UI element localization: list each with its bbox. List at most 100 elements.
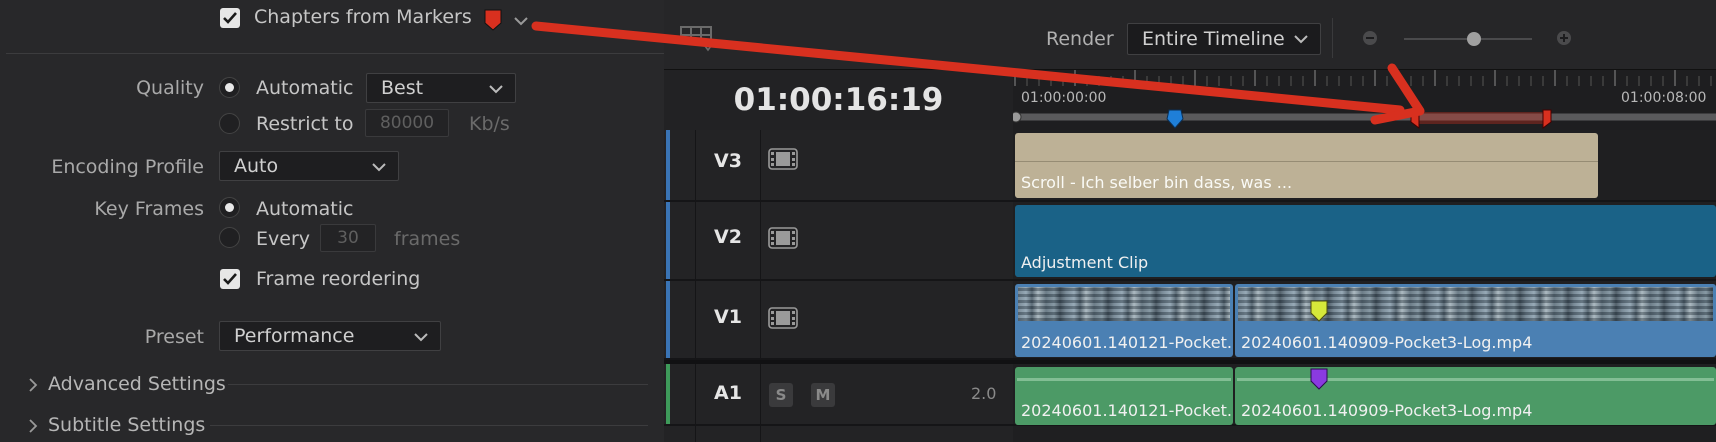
key-frames-label: Key Frames — [94, 198, 204, 220]
advanced-settings-divider — [228, 384, 648, 385]
ruler-ticks — [1013, 70, 1716, 124]
track-lane-v1: 20240601.140121-Pocket... 20240601.14090… — [1013, 281, 1716, 360]
track-lane-next — [1013, 426, 1716, 442]
subtitle-settings-chevron-right-icon[interactable] — [28, 418, 38, 437]
bitrate-value: 80000 — [379, 113, 435, 133]
frame-reordering-checkbox[interactable] — [220, 269, 240, 289]
timeline-toolbar: Render Entire Timeline — [664, 0, 1716, 70]
track-header-a1[interactable]: A1 S M 2.0 — [664, 364, 1013, 426]
track-header-separator — [695, 426, 696, 442]
key-frames-automatic-label: Automatic — [256, 198, 354, 220]
preset-label: Preset — [144, 326, 204, 348]
toolbar-divider — [1332, 18, 1333, 58]
encoding-profile-label: Encoding Profile — [51, 156, 204, 178]
quality-label: Quality — [136, 77, 204, 99]
yellow-clip-marker-icon[interactable] — [1310, 300, 1328, 326]
clip-v2-adjustment[interactable]: Adjustment Clip — [1015, 205, 1716, 277]
track-lane-v3: Scroll - Ich selber bin dass, was ... — [1013, 130, 1716, 202]
marker-color-chevron-down-icon[interactable] — [514, 11, 528, 30]
zoom-in-icon[interactable] — [1556, 30, 1572, 50]
mute-button[interactable]: M — [811, 383, 835, 407]
quality-automatic-radio[interactable] — [219, 77, 240, 98]
film-strip-icon[interactable] — [768, 148, 798, 174]
track-header-separator — [760, 130, 761, 200]
render-label: Render — [1046, 28, 1114, 50]
track-header-separator — [760, 281, 761, 358]
advanced-settings-toggle[interactable]: Advanced Settings — [48, 373, 226, 395]
track-header-next — [664, 426, 1013, 442]
subtitle-settings-divider — [210, 425, 648, 426]
track-header-v1[interactable]: V1 — [664, 281, 1013, 360]
clip-label: 20240601.140909-Pocket3-Log.mp4 — [1241, 333, 1533, 352]
film-strip-icon[interactable] — [768, 227, 798, 253]
quality-dropdown-value: Best — [381, 77, 424, 99]
key-frames-unit: frames — [394, 228, 461, 250]
encoding-profile-value: Auto — [234, 155, 279, 177]
clip-thumbnails — [1018, 287, 1230, 321]
chevron-down-icon — [489, 85, 503, 94]
timeline-ruler[interactable]: 01:00:00:00 01:00:08:00 — [1013, 70, 1716, 130]
track-color-strip — [666, 364, 670, 424]
track-name-v1: V1 — [714, 306, 742, 328]
channel-format: 2.0 — [971, 384, 997, 403]
bitrate-input[interactable]: 80000 — [365, 109, 449, 137]
render-range-value: Entire Timeline — [1142, 28, 1285, 50]
clip-v1-first[interactable]: 20240601.140121-Pocket... — [1015, 284, 1233, 357]
track-header-separator — [760, 364, 761, 424]
clip-label: 20240601.140121-Pocket... — [1021, 333, 1233, 352]
zoom-out-icon[interactable] — [1362, 30, 1378, 50]
track-header-v3[interactable]: V3 — [664, 130, 1013, 202]
bitrate-unit: Kb/s — [469, 113, 510, 135]
section-divider — [6, 53, 664, 54]
film-strip-icon[interactable] — [768, 307, 798, 333]
track-name-a1: A1 — [714, 382, 742, 404]
clip-label: 20240601.140909-Pocket3-Log.mp4 — [1241, 401, 1533, 420]
track-color-strip — [666, 202, 670, 279]
chapters-from-markers-label: Chapters from Markers — [254, 6, 472, 28]
timeline-panel: Render Entire Timeline 01:00:16:19 01:00… — [664, 0, 1716, 442]
clip-label: Scroll - Ich selber bin dass, was ... — [1021, 173, 1293, 192]
marker-color-icon[interactable] — [484, 9, 502, 35]
timecode-display: 01:00:16:19 — [664, 70, 1013, 130]
quality-automatic-label: Automatic — [256, 77, 354, 99]
subtitle-settings-toggle[interactable]: Subtitle Settings — [48, 414, 205, 436]
clip-v3-scroll[interactable]: Scroll - Ich selber bin dass, was ... — [1015, 133, 1598, 198]
track-color-strip — [666, 130, 670, 200]
zoom-slider-handle[interactable] — [1467, 32, 1481, 46]
track-header-v2[interactable]: V2 — [664, 202, 1013, 281]
quality-dropdown[interactable]: Best — [366, 73, 516, 103]
track-color-strip — [666, 281, 670, 358]
ruler-label-start: 01:00:00:00 — [1021, 90, 1107, 106]
clip-a1-second[interactable]: 20240601.140909-Pocket3-Log.mp4 — [1235, 367, 1716, 425]
frame-reordering-label: Frame reordering — [256, 268, 421, 290]
key-frames-every-input[interactable]: 30 — [320, 224, 376, 252]
render-range-dropdown[interactable]: Entire Timeline — [1127, 23, 1321, 55]
timeline-view-options-icon[interactable] — [680, 26, 714, 56]
clip-label: 20240601.140121-Pocket... — [1021, 401, 1233, 420]
solo-button[interactable]: S — [769, 383, 793, 407]
chevron-down-icon — [414, 333, 428, 342]
render-settings-panel: Chapters from Markers Quality Automatic … — [0, 0, 664, 442]
encoding-profile-dropdown[interactable]: Auto — [219, 151, 399, 181]
track-header-separator — [760, 426, 761, 442]
clip-a1-first[interactable]: 20240601.140121-Pocket... — [1015, 367, 1233, 425]
preset-dropdown[interactable]: Performance — [219, 321, 441, 351]
audio-waveform — [1237, 373, 1714, 387]
quality-restrict-label: Restrict to — [256, 113, 354, 135]
track-lane-a1: 20240601.140121-Pocket... 20240601.14090… — [1013, 364, 1716, 426]
clip-divider — [1015, 161, 1598, 162]
preset-value: Performance — [234, 325, 355, 347]
clip-v1-second[interactable]: 20240601.140909-Pocket3-Log.mp4 — [1235, 284, 1716, 357]
key-frames-every-radio[interactable] — [219, 227, 240, 248]
quality-restrict-radio[interactable] — [219, 113, 240, 134]
chevron-down-icon — [372, 163, 386, 172]
timecode-value: 01:00:16:19 — [733, 82, 944, 118]
chapters-from-markers-checkbox[interactable] — [220, 8, 240, 28]
track-header-separator — [760, 202, 761, 279]
key-frames-every-value: 30 — [337, 228, 359, 248]
chevron-down-icon — [1294, 35, 1308, 44]
track-name-v3: V3 — [714, 150, 742, 172]
advanced-settings-chevron-right-icon[interactable] — [28, 377, 38, 396]
key-frames-automatic-radio[interactable] — [219, 197, 240, 218]
purple-clip-marker-icon[interactable] — [1310, 368, 1328, 394]
